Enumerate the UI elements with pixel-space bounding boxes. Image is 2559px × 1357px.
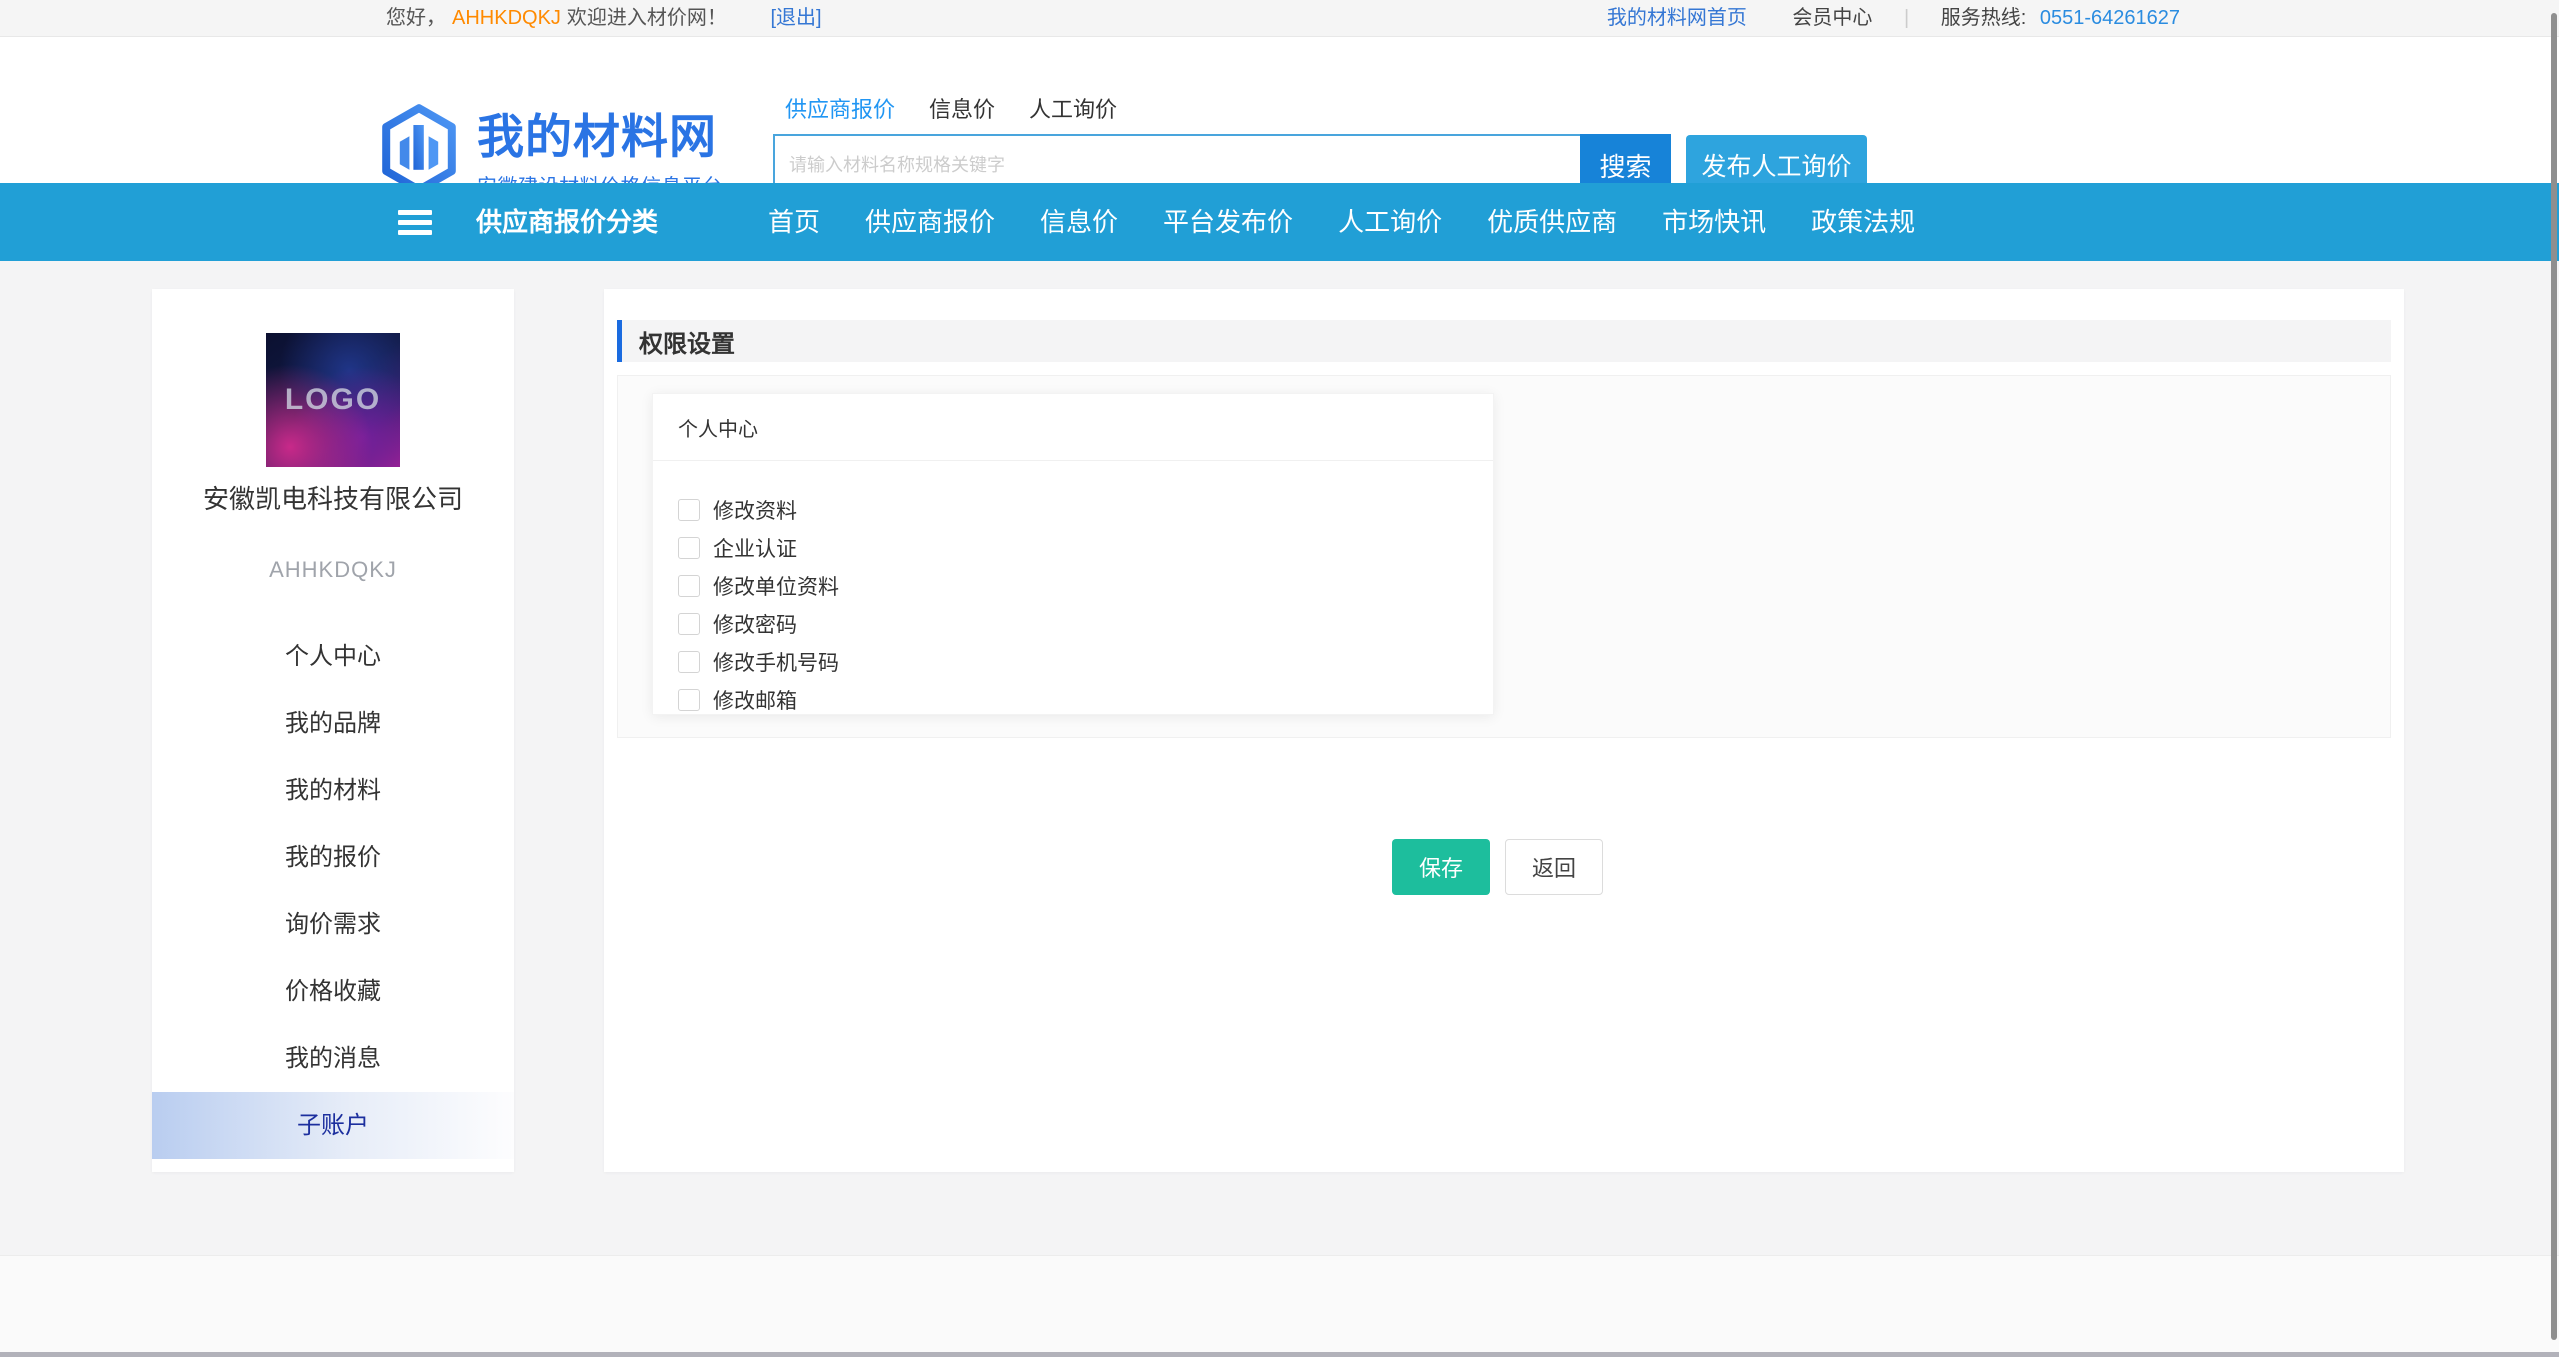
sidebar-menu-item[interactable]: 我的品牌	[152, 690, 514, 757]
permission-checkbox[interactable]	[678, 651, 700, 673]
category-menu-label[interactable]: 供应商报价分类	[476, 183, 658, 261]
sidebar-menu-item[interactable]: 我的报价	[152, 824, 514, 891]
nav-item[interactable]: 信息价	[1040, 183, 1118, 261]
main-navbar: 供应商报价分类 首页供应商报价信息价平台发布价人工询价优质供应商市场快讯政策法规	[0, 183, 2559, 261]
username-text: AHHKDQKJ	[452, 7, 561, 29]
company-logo-image: LOGO	[266, 333, 400, 467]
greeting-prefix: 您好，	[386, 7, 446, 29]
header-tabs: 供应商报价 信息价 人工询价	[785, 92, 1117, 124]
permissions-group-header: 个人中心	[653, 394, 1493, 461]
permission-row: 修改手机号码	[678, 643, 1493, 681]
header-tab[interactable]: 供应商报价	[785, 92, 895, 124]
member-center-link[interactable]: 会员中心	[1792, 7, 1872, 29]
permission-checkbox[interactable]	[678, 537, 700, 559]
greeting-suffix: 欢迎进入材价网！	[567, 7, 727, 29]
greeting-area: 您好， AHHKDQKJ 欢迎进入材价网！ [退出]	[386, 0, 822, 36]
permission-checkbox[interactable]	[678, 499, 700, 521]
permission-row: 企业认证	[678, 529, 1493, 567]
logout-link[interactable]: [退出]	[770, 7, 821, 29]
nav-item[interactable]: 首页	[768, 183, 820, 261]
vertical-scrollbar[interactable]	[2551, 13, 2557, 1340]
nav-item[interactable]: 平台发布价	[1163, 183, 1293, 261]
site-name: 我的材料网	[477, 113, 723, 160]
section-title: 权限设置	[639, 324, 735, 359]
permission-label[interactable]: 企业认证	[713, 533, 797, 563]
permissions-region: 个人中心 修改资料企业认证修改单位资料修改密码修改手机号码修改邮箱	[617, 375, 2391, 738]
sidebar-menu-item[interactable]: 子账户	[152, 1092, 514, 1159]
back-button[interactable]: 返回	[1505, 839, 1603, 895]
topbar-divider: |	[1904, 7, 1909, 29]
action-buttons: 保存 返回	[1392, 839, 1603, 895]
site-home-link[interactable]: 我的材料网首页	[1607, 7, 1747, 29]
company-name: 安徽凯电科技有限公司	[152, 483, 514, 515]
section-header: 权限设置	[617, 320, 2391, 362]
permission-row: 修改单位资料	[678, 567, 1493, 605]
permission-checkbox[interactable]	[678, 613, 700, 635]
horizontal-scrollbar[interactable]	[0, 1352, 2559, 1357]
sidebar-menu-item[interactable]: 我的消息	[152, 1025, 514, 1092]
permissions-list: 修改资料企业认证修改单位资料修改密码修改手机号码修改邮箱	[653, 461, 1493, 719]
account-code: AHHKDQKJ	[152, 557, 514, 583]
permissions-group-card: 个人中心 修改资料企业认证修改单位资料修改密码修改手机号码修改邮箱	[652, 393, 1494, 715]
sidebar-menu-item[interactable]: 询价需求	[152, 891, 514, 958]
sidebar-menu: 个人中心我的品牌我的材料我的报价询价需求价格收藏我的消息子账户	[152, 623, 514, 1159]
footer-band	[0, 1255, 2559, 1352]
nav-item[interactable]: 供应商报价	[865, 183, 995, 261]
site-header: 我的材料网 安徽建设材料价格信息平台 供应商报价信息价人工询价 搜索 发布人工询…	[0, 37, 2559, 183]
nav-item[interactable]: 优质供应商	[1487, 183, 1617, 261]
sidebar: LOGO 安徽凯电科技有限公司 AHHKDQKJ 个人中心我的品牌我的材料我的报…	[152, 289, 514, 1172]
save-button[interactable]: 保存	[1392, 839, 1490, 895]
nav-item[interactable]: 人工询价	[1338, 183, 1442, 261]
header-tab[interactable]: 人工询价	[1029, 92, 1117, 124]
hotline-number: 0551-64261627	[2040, 7, 2180, 29]
permission-checkbox[interactable]	[678, 575, 700, 597]
permission-label[interactable]: 修改邮箱	[713, 685, 797, 715]
hotline-label: 服务热线:	[1941, 7, 2027, 29]
nav-item[interactable]: 市场快讯	[1662, 183, 1766, 261]
permission-label[interactable]: 修改单位资料	[713, 571, 839, 601]
nav-items: 首页供应商报价信息价平台发布价人工询价优质供应商市场快讯政策法规	[768, 183, 1915, 261]
topbar-links: 我的材料网首页 会员中心 | 服务热线: 0551-64261627	[1607, 0, 2180, 36]
main-content: 权限设置 个人中心 修改资料企业认证修改单位资料修改密码修改手机号码修改邮箱 保…	[604, 289, 2404, 1172]
permissions-group-title: 个人中心	[678, 413, 758, 442]
permission-label[interactable]: 修改手机号码	[713, 647, 839, 677]
permission-row: 修改密码	[678, 605, 1493, 643]
sidebar-menu-item[interactable]: 个人中心	[152, 623, 514, 690]
sidebar-menu-item[interactable]: 价格收藏	[152, 958, 514, 1025]
permission-row: 修改邮箱	[678, 681, 1493, 719]
sidebar-menu-item[interactable]: 我的材料	[152, 757, 514, 824]
logo-placeholder-text: LOGO	[285, 383, 381, 417]
permission-label[interactable]: 修改密码	[713, 609, 797, 639]
hamburger-menu-icon[interactable]	[398, 210, 432, 235]
nav-item[interactable]: 政策法规	[1811, 183, 1915, 261]
permission-row: 修改资料	[678, 491, 1493, 529]
permission-checkbox[interactable]	[678, 689, 700, 711]
top-bar: 您好， AHHKDQKJ 欢迎进入材价网！ [退出] 我的材料网首页 会员中心 | …	[0, 0, 2559, 37]
header-tab[interactable]: 信息价	[929, 92, 995, 124]
permission-label[interactable]: 修改资料	[713, 495, 797, 525]
